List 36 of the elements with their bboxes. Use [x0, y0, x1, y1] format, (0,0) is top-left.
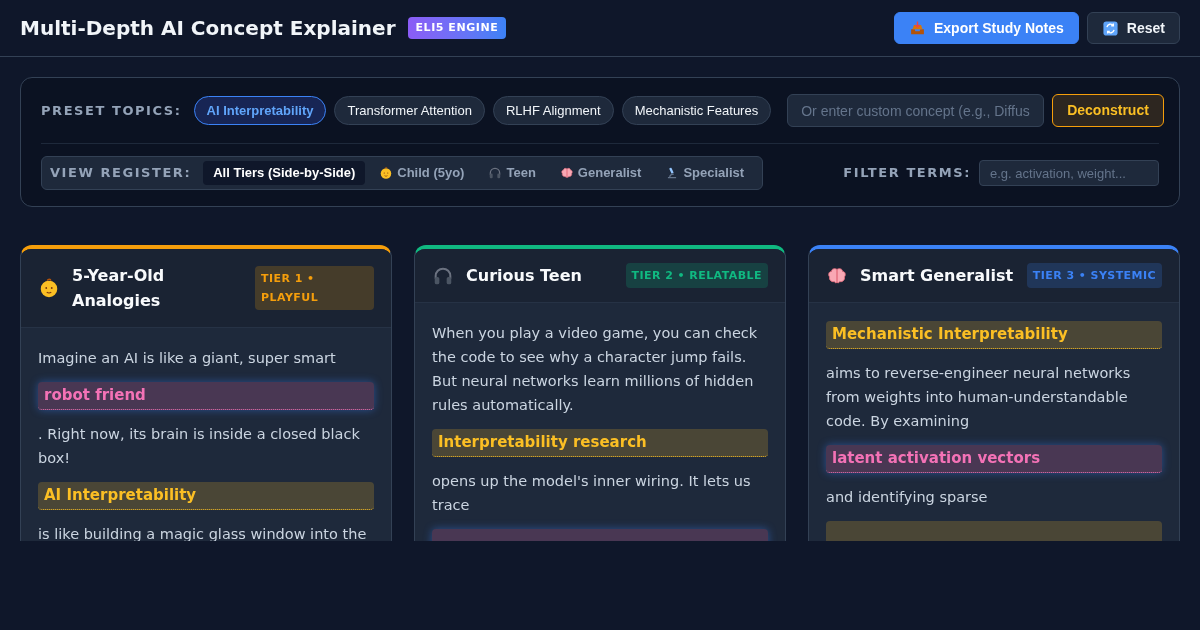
- tier-badge: TIER 2 • RELATABLE: [625, 263, 768, 288]
- highlighted-term[interactable]: AI Interpretability: [38, 482, 374, 510]
- register-label: VIEW REGISTER:: [50, 164, 192, 183]
- engine-badge: ELI5 ENGINE: [407, 16, 507, 40]
- card-paragraph: and identifying sparse: [826, 488, 989, 507]
- export-button[interactable]: Export Study Notes: [893, 12, 1079, 44]
- card-title: Curious Teen: [466, 265, 582, 287]
- highlighted-term[interactable]: Mechanistic Interpretability: [826, 321, 1162, 349]
- tier-badge: TIER 3 • SYSTEMIC: [1026, 263, 1162, 288]
- register-tab[interactable]: Teen: [478, 161, 546, 185]
- highlighted-term[interactable]: robot friend: [38, 382, 374, 410]
- card-paragraph: aims to reverse-engineer neural networks from weights into human-understandable code. By examining: [826, 364, 1132, 431]
- preset-label: PRESET TOPICS:: [41, 101, 182, 120]
- topic-chip[interactable]: Transformer Attention: [334, 96, 485, 125]
- deconstruct-button[interactable]: Deconstruct: [1052, 94, 1164, 127]
- app-title: Multi-Depth AI Concept Explainer: [20, 15, 396, 42]
- register-tab[interactable]: Generalist: [549, 161, 652, 185]
- card-paragraph: . Right now, its brain is inside a closed black box!: [38, 425, 361, 468]
- card-paragraph: When you play a video game, you can check the code to see why a character jump fails. But neural networks learn millions of hidden rules automatically.: [432, 324, 759, 415]
- register-tab[interactable]: All Tiers (Side-by-Side): [203, 161, 366, 185]
- tier-badge: TIER 1 • PLAYFUL: [255, 266, 374, 310]
- register-tab[interactable]: Specialist: [655, 161, 755, 185]
- card-paragraph: Imagine an AI is like a giant, super smart: [38, 349, 337, 368]
- topic-chip[interactable]: RLHF Alignment: [492, 96, 614, 125]
- card-title: 5-Year-Old Analogies: [72, 265, 166, 312]
- filter-label: FILTER TERMS:: [843, 164, 971, 183]
- reset-button[interactable]: Reset: [1086, 12, 1180, 44]
- topic-chip[interactable]: Mechanistic Features: [621, 96, 772, 125]
- highlighted-term[interactable]: Interpretability research: [432, 429, 768, 457]
- topic-chip[interactable]: AI Interpretability: [193, 96, 327, 125]
- concept-input[interactable]: Or enter custom concept (e.g., Diffus: [787, 94, 1045, 127]
- highlighted-term[interactable]: latent activation vectors: [826, 445, 1162, 473]
- card-paragraph: opens up the model's inner wiring. It lets us trace: [432, 472, 752, 515]
- register-tab[interactable]: Child (5yo): [369, 161, 475, 185]
- filter-input[interactable]: e.g. activation, weight...: [979, 160, 1159, 186]
- card-title: Smart Generalist: [860, 265, 1014, 287]
